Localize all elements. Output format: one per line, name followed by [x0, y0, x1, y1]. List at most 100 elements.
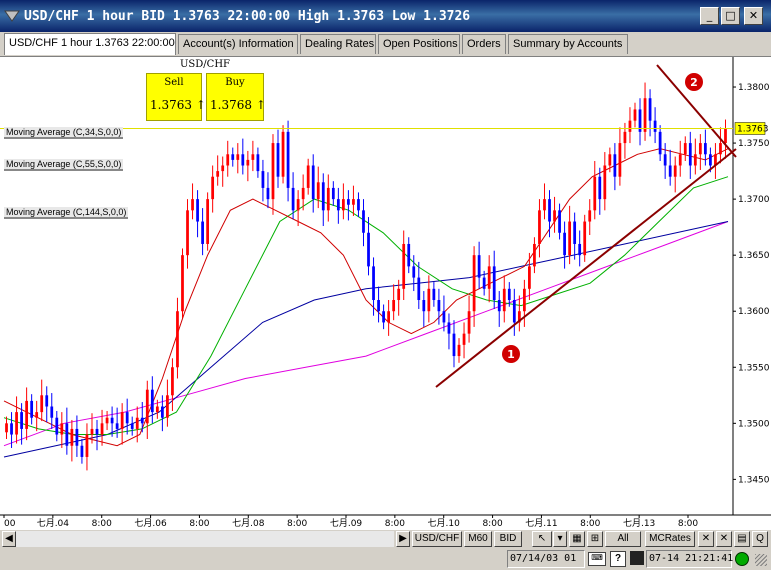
candle-body [171, 367, 174, 396]
indicator-label-ma34[interactable]: Moving Average (C,34,S,0,0) [4, 127, 124, 139]
candle-body [120, 412, 124, 429]
price-tick-label: 1.3500 [738, 419, 770, 429]
tab-summary-by-accounts[interactable]: Summary by Accounts [508, 34, 628, 54]
sell-price: 1.3763 [150, 98, 192, 112]
period-button[interactable]: M60 [464, 531, 492, 547]
candle-body [437, 300, 441, 312]
indicator-label-ma55[interactable]: Moving Average (C,55,S,0,0) [4, 159, 124, 171]
price-chart[interactable]: 1.3800 1.3750 1.3700 1.3650 1.3600 1.3550 1.35… [0, 57, 771, 530]
candle-body [502, 288, 506, 312]
candle-body [65, 423, 69, 446]
price-tick-label: 1.3800 [738, 83, 770, 93]
resize-grip-icon[interactable] [755, 554, 767, 566]
minimize-button[interactable]: _ [700, 7, 719, 25]
candle-body [709, 154, 712, 166]
candle-body [266, 187, 270, 200]
play-button[interactable]: ▶ [396, 531, 410, 547]
time-tick-label: 8:00 [482, 519, 502, 529]
price-tick-label: 1.3450 [738, 475, 770, 485]
time-tick-label: 8:00 [678, 519, 698, 529]
candle-body [457, 344, 461, 357]
maximize-button[interactable]: □ [721, 7, 740, 25]
sell-box[interactable]: Sell 1.3763 ↑ [146, 73, 206, 121]
q-button[interactable]: Q [752, 531, 768, 547]
tab-dealing-rates[interactable]: Dealing Rates [300, 34, 376, 54]
candle-body [181, 255, 184, 312]
candle-body [135, 417, 139, 429]
candle-body [176, 311, 179, 368]
cursor-dropdown-icon[interactable]: ▾ [553, 531, 567, 547]
cursor-tool-icon[interactable]: ↖ [532, 531, 552, 547]
price-tick-label: 1.3600 [738, 307, 770, 317]
candle-body [357, 199, 360, 211]
candle-body [528, 266, 531, 289]
zoom-tool-icon[interactable]: ⊞ [587, 531, 603, 547]
candle-body [583, 221, 587, 256]
keyboard-icon[interactable]: ⌨ [588, 552, 606, 566]
candle-body [377, 300, 380, 312]
candle-body [115, 423, 119, 429]
candle-body [367, 232, 370, 267]
grid-icon[interactable]: ▤ [734, 531, 750, 547]
candle-body [422, 300, 426, 312]
candle-body [352, 199, 355, 205]
mcrates-button[interactable]: MCRates [645, 531, 695, 547]
candle-body [85, 434, 89, 457]
horizontal-scrollbar[interactable] [16, 531, 394, 547]
candle-body [140, 417, 144, 424]
current-price-tag: 1.3763 [734, 122, 769, 135]
crosshair-icon[interactable]: ✕ [698, 531, 714, 547]
tab-orders[interactable]: Orders [462, 34, 506, 54]
candle-body [618, 143, 622, 177]
tab-account-information[interactable]: Account(s) Information [178, 34, 298, 54]
candle-body [326, 187, 330, 211]
candle-body [40, 395, 44, 413]
price-tick-label: 1.3700 [738, 195, 770, 205]
candle-body [20, 412, 23, 429]
candle-body [321, 182, 325, 211]
buy-box[interactable]: Buy 1.3768 ↑ [206, 73, 266, 121]
chart-tool-icon[interactable]: ▦ [569, 531, 585, 547]
candle-body [688, 143, 692, 166]
tab-chart[interactable]: USD/CHF 1 hour 1.3763 22:00:00 [4, 33, 176, 55]
candle-body [402, 243, 406, 289]
price-type-button[interactable]: BID [494, 531, 522, 547]
candle-body [648, 98, 652, 121]
symbol-button[interactable]: USD/CHF [412, 531, 462, 547]
svg-text:1: 1 [507, 348, 515, 361]
bottom-toolbar: ◀ ▶ USD/CHF M60 BID ↖ ▾ ▦ ⊞ All MCRates … [0, 530, 771, 548]
all-button[interactable]: All [605, 531, 641, 547]
candle-body [472, 255, 476, 312]
help-icon[interactable]: ? [610, 551, 626, 567]
close-button[interactable]: ✕ [744, 7, 763, 25]
sell-label: Sell [164, 77, 184, 88]
candle-body [663, 154, 667, 166]
candle-body [392, 300, 396, 312]
candle-body [693, 154, 697, 166]
crosshair-alt-icon[interactable]: ✕ [716, 531, 732, 547]
indicator-label-ma144[interactable]: Moving Average (C,144,S,0,0) [4, 207, 129, 219]
candle-body [70, 428, 74, 446]
price-tick-label: 1.3550 [738, 363, 770, 373]
candle-body [30, 400, 34, 418]
candle-body [497, 300, 501, 312]
candle-body [347, 199, 350, 205]
candle-body [236, 154, 240, 160]
window-titlebar: USD/CHF 1 hour BID 1.3763 22:00:00 High … [0, 0, 771, 32]
candle-body [427, 288, 431, 312]
window-title: USD/CHF 1 hour BID 1.3763 22:00:00 High … [24, 9, 471, 24]
candle-body [201, 221, 204, 244]
candle-body [603, 165, 607, 200]
time-tick-label: 8:00 [287, 519, 307, 529]
buy-label: Buy [225, 77, 245, 88]
buy-arrow-icon: ↑ [255, 98, 266, 112]
candle-body [251, 154, 255, 160]
candle-body [698, 143, 702, 155]
scroll-left-button[interactable]: ◀ [2, 531, 16, 547]
candle-body [160, 406, 164, 418]
candle-body [447, 322, 451, 334]
tab-open-positions[interactable]: Open Positions [378, 34, 460, 54]
candle-body [382, 311, 385, 323]
candle-body [452, 333, 456, 357]
time-tick-label: 8:00 [580, 519, 600, 529]
